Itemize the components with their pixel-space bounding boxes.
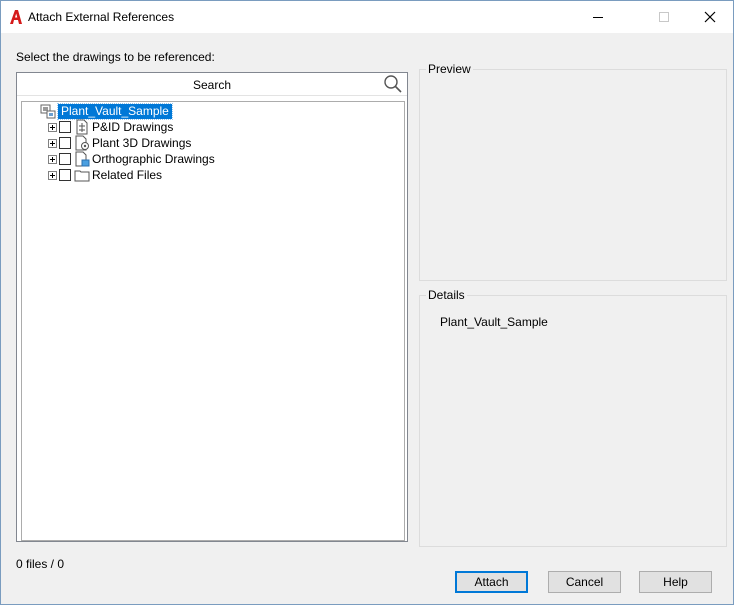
help-button[interactable]: Help <box>639 571 712 593</box>
expand-toggle[interactable] <box>48 170 57 180</box>
tree-item-label: P&ID Drawings <box>92 120 174 134</box>
autocad-a-icon <box>10 10 22 24</box>
select-drawings-label: Select the drawings to be referenced: <box>16 50 215 64</box>
tree-item-label: Orthographic Drawings <box>92 152 215 166</box>
window-title: Attach External References <box>28 10 175 24</box>
details-group: Details Plant_Vault_Sample <box>419 288 727 547</box>
preview-group: Preview <box>419 62 727 281</box>
ortho-drawing-icon <box>75 151 90 167</box>
details-title: Details <box>426 288 467 302</box>
plant3d-drawing-icon <box>75 135 89 151</box>
drawings-panel: Search Plant_Vault_Sample P&ID Drawings … <box>16 72 408 542</box>
folder-icon <box>74 170 90 182</box>
search-input[interactable]: Search <box>17 73 407 96</box>
project-vault-icon <box>40 104 56 119</box>
preview-title: Preview <box>426 62 473 76</box>
expand-toggle[interactable] <box>48 138 57 148</box>
tree-item-related-files[interactable]: Related Files <box>48 167 162 183</box>
pid-drawing-icon <box>76 119 88 135</box>
search-icon[interactable] <box>383 74 403 94</box>
minimize-icon <box>593 17 603 18</box>
minimize-button[interactable] <box>575 1 621 33</box>
pid-drawings-checkbox[interactable] <box>59 121 71 133</box>
tree-item-label: Plant 3D Drawings <box>92 136 192 150</box>
tree-item-orthographic-drawings[interactable]: Orthographic Drawings <box>48 151 215 167</box>
tree-root-label[interactable]: Plant_Vault_Sample <box>57 102 173 120</box>
tree-root-node[interactable]: Plant_Vault_Sample <box>40 102 173 120</box>
tree-item-pid-drawings[interactable]: P&ID Drawings <box>48 119 173 135</box>
details-value: Plant_Vault_Sample <box>440 315 548 329</box>
title-bar[interactable]: Attach External References <box>1 1 733 33</box>
tree-item-label: Related Files <box>92 168 163 182</box>
attach-xref-dialog: Attach External References Select the dr… <box>0 0 734 605</box>
close-icon <box>704 11 716 23</box>
orthographic-drawings-checkbox[interactable] <box>59 153 71 165</box>
cancel-button[interactable]: Cancel <box>548 571 621 593</box>
expand-toggle[interactable] <box>48 122 57 132</box>
tree-item-plant-3d-drawings[interactable]: Plant 3D Drawings <box>48 135 191 151</box>
drawings-tree[interactable]: Plant_Vault_Sample P&ID Drawings Plant 3… <box>21 101 405 541</box>
related-files-checkbox[interactable] <box>59 169 71 181</box>
maximize-icon <box>659 12 669 22</box>
maximize-button[interactable] <box>641 1 687 33</box>
file-count-status: 0 files / 0 <box>16 557 65 571</box>
search-label: Search <box>192 78 232 92</box>
expand-toggle[interactable] <box>48 154 57 164</box>
close-button[interactable] <box>687 1 733 33</box>
attach-button[interactable]: Attach <box>455 571 528 593</box>
plant3d-drawings-checkbox[interactable] <box>59 137 71 149</box>
